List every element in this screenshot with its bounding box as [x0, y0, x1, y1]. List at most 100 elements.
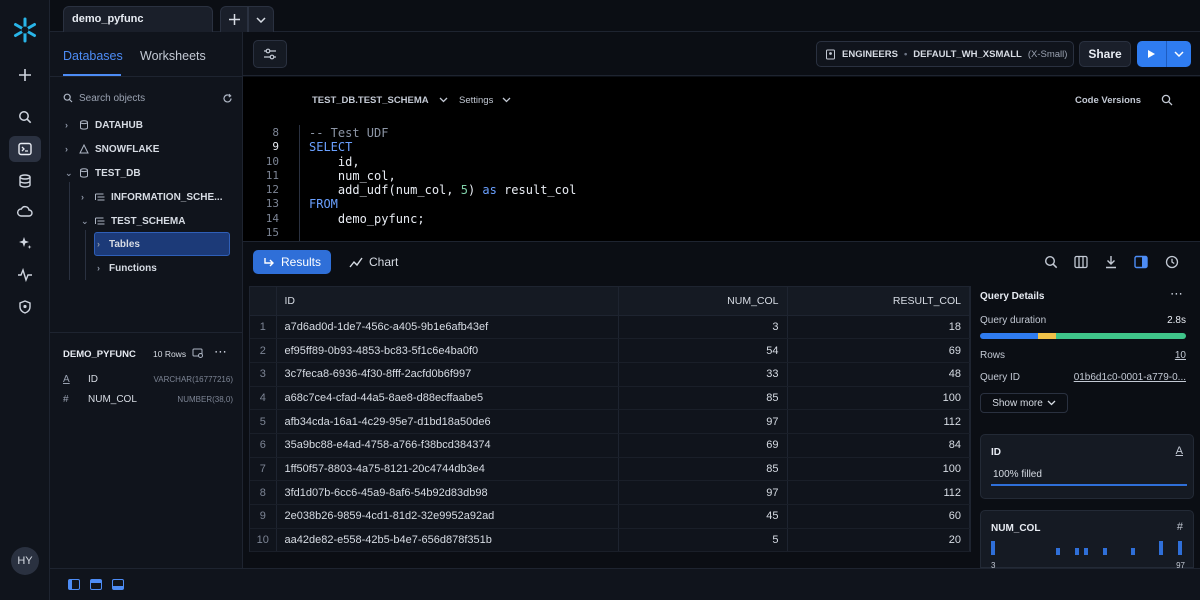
duration-value: 2.8s: [1167, 315, 1186, 326]
history-icon[interactable]: [1164, 254, 1180, 270]
filter-button[interactable]: [253, 40, 287, 68]
table-row[interactable]: 4 a68c7ce4-cfad-44a5-8ae8-d88ecffaabe5 85 1…: [250, 386, 970, 411]
tree-item-information-schema[interactable]: › INFORMATION_SCHE...: [81, 187, 222, 207]
worksheet-tab[interactable]: demo_pyfunc: [63, 6, 213, 32]
sparkle-icon[interactable]: [9, 230, 41, 256]
result-col-cell[interactable]: 100: [787, 386, 970, 411]
tree-item-datahub[interactable]: › DATAHUB: [65, 115, 143, 135]
tree-item-functions[interactable]: › Functions: [97, 258, 157, 278]
search-objects-field[interactable]: Search objects: [63, 88, 233, 108]
result-col-cell[interactable]: 20: [787, 528, 970, 553]
code-versions-button[interactable]: Code Versions: [1075, 95, 1141, 106]
show-more-button[interactable]: Show more: [980, 393, 1068, 413]
num-col-cell[interactable]: 97: [618, 409, 788, 434]
num-col-card[interactable]: NUM_COL # 3 97: [980, 510, 1194, 570]
tree-item-tables[interactable]: › Tables: [97, 234, 140, 254]
num-col-cell[interactable]: 54: [618, 338, 788, 363]
table-row[interactable]: 9 2e038b26-9859-4cd1-81d2-32e9952a92ad 45 6…: [250, 504, 970, 529]
id-cell[interactable]: a7d6ad0d-1de7-456c-a405-9b1e6afb43ef: [276, 315, 619, 340]
sql-editor[interactable]: 8 9 10 11 12 13 14 15 -- Test UDF SELECT…: [243, 121, 1200, 241]
column-header-num-col[interactable]: NUM_COL: [618, 287, 788, 316]
result-col-cell[interactable]: 48: [787, 362, 970, 387]
layout-left-icon[interactable]: [68, 579, 80, 590]
num-col-cell[interactable]: 85: [618, 457, 788, 482]
id-cell[interactable]: 3c7feca8-6936-4f30-8fff-2acfd0b6f997: [276, 362, 619, 387]
database-icon[interactable]: [9, 168, 41, 194]
id-column-card[interactable]: ID A 100% filled: [980, 434, 1194, 499]
result-col-cell[interactable]: 60: [787, 504, 970, 529]
cloud-icon[interactable]: [9, 199, 41, 225]
table-row[interactable]: 3 3c7feca8-6936-4f30-8fff-2acfd0b6f997 33 4…: [250, 362, 970, 387]
result-col-cell[interactable]: 100: [787, 457, 970, 482]
layout-top-icon[interactable]: [90, 579, 102, 590]
id-cell[interactable]: ef95ff89-0b93-4853-bc83-5f1c6e4ba0f0: [276, 338, 619, 363]
preview-icon[interactable]: [192, 348, 204, 359]
plus-icon[interactable]: [9, 62, 41, 88]
tab-worksheets[interactable]: Worksheets: [140, 49, 206, 63]
num-col-cell[interactable]: 69: [618, 433, 788, 458]
layout-bottom-icon[interactable]: [112, 579, 124, 590]
toggle-details-panel-icon[interactable]: [1133, 254, 1149, 270]
show-more-label: Show more: [992, 397, 1043, 409]
tab-chart[interactable]: Chart: [339, 250, 408, 274]
num-col-cell[interactable]: 85: [618, 386, 788, 411]
shield-icon[interactable]: [9, 294, 41, 320]
table-row[interactable]: 6 35a9bc88-e4ad-4758-a766-f38bcd384374 69 8…: [250, 433, 970, 458]
histogram-bar: [1131, 547, 1135, 555]
num-col-cell[interactable]: 45: [618, 504, 788, 529]
tab-databases[interactable]: Databases: [63, 49, 123, 63]
more-options-icon[interactable]: ⋯: [1170, 286, 1183, 302]
num-col-cell[interactable]: 33: [618, 362, 788, 387]
result-col-cell[interactable]: 112: [787, 480, 970, 505]
table-row[interactable]: 10 aa42de82-e558-42b5-b4e7-656d878f351b 5 2…: [250, 528, 970, 553]
result-col-cell[interactable]: 69: [787, 338, 970, 363]
table-row[interactable]: 7 1ff50f57-8803-4a75-8121-20c4744db3e4 85 1…: [250, 457, 970, 482]
table-row[interactable]: 8 3fd1d07b-6cc6-45a9-8af6-54b92d83db98 97 1…: [250, 480, 970, 505]
tab-results[interactable]: Results: [253, 250, 331, 274]
search-icon[interactable]: [9, 104, 41, 130]
result-col-cell[interactable]: 18: [787, 315, 970, 340]
rows-value-link[interactable]: 10: [1175, 350, 1186, 361]
result-col-cell[interactable]: 112: [787, 409, 970, 434]
query-id-link[interactable]: 01b6d1c0-0001-a779-0...: [1074, 372, 1186, 383]
snowflake-logo-icon[interactable]: [11, 16, 39, 44]
id-cell[interactable]: 3fd1d07b-6cc6-45a9-8af6-54b92d83db98: [276, 480, 619, 505]
result-col-cell[interactable]: 84: [787, 433, 970, 458]
activity-icon[interactable]: [9, 262, 41, 288]
id-cell[interactable]: 2e038b26-9859-4cd1-81d2-32e9952a92ad: [276, 504, 619, 529]
num-col-cell[interactable]: 97: [618, 480, 788, 505]
tree-item-test-db[interactable]: ⌄ TEST_DB: [65, 163, 141, 183]
download-icon[interactable]: [1103, 254, 1119, 270]
table-row[interactable]: 2 ef95ff89-0b93-4853-bc83-5f1c6e4ba0f0 54 6…: [250, 338, 970, 363]
role-warehouse-selector[interactable]: ENGINEERS • DEFAULT_WH_XSMALL (X-Small): [816, 41, 1074, 67]
search-icon[interactable]: [1161, 94, 1173, 106]
columns-icon[interactable]: [1073, 254, 1089, 270]
user-avatar[interactable]: HY: [11, 547, 39, 575]
table-row[interactable]: 1 a7d6ad0d-1de7-456c-a405-9b1e6afb43ef 3 18: [250, 315, 970, 340]
id-cell[interactable]: 35a9bc88-e4ad-4758-a766-f38bcd384374: [276, 433, 619, 458]
tab-menu-button[interactable]: [248, 6, 274, 32]
run-options-button[interactable]: [1167, 41, 1191, 67]
share-button[interactable]: Share: [1079, 41, 1131, 67]
tree-item-test-schema[interactable]: ⌄ TEST_SCHEMA: [81, 211, 185, 231]
settings-dropdown[interactable]: Settings: [459, 95, 511, 106]
row-index-cell: 10: [250, 528, 277, 553]
id-cell[interactable]: afb34cda-16a1-4c29-95e7-d1bd18a50de6: [276, 409, 619, 434]
more-options-icon[interactable]: ⋯: [214, 344, 227, 360]
column-header-result-col[interactable]: RESULT_COL: [787, 287, 970, 316]
id-cell[interactable]: aa42de82-e558-42b5-b4e7-656d878f351b: [276, 528, 619, 553]
run-button[interactable]: [1137, 41, 1167, 67]
num-col-cell[interactable]: 3: [618, 315, 788, 340]
search-results-icon[interactable]: [1043, 254, 1059, 270]
num-col-cell[interactable]: 5: [618, 528, 788, 553]
id-cell[interactable]: a68c7ce4-cfad-44a5-8ae8-d88ecffaabe5: [276, 386, 619, 411]
worksheets-icon[interactable]: [9, 136, 41, 162]
new-tab-button[interactable]: [220, 6, 248, 32]
context-selector[interactable]: TEST_DB.TEST_SCHEMA: [312, 95, 448, 106]
histogram-bar: [1075, 547, 1079, 555]
table-row[interactable]: 5 afb34cda-16a1-4c29-95e7-d1bd18a50de6 97 1…: [250, 409, 970, 434]
column-header-id[interactable]: ID: [276, 287, 619, 316]
refresh-icon[interactable]: [222, 93, 233, 104]
id-cell[interactable]: 1ff50f57-8803-4a75-8121-20c4744db3e4: [276, 457, 619, 482]
tree-item-snowflake[interactable]: › SNOWFLAKE: [65, 139, 159, 159]
